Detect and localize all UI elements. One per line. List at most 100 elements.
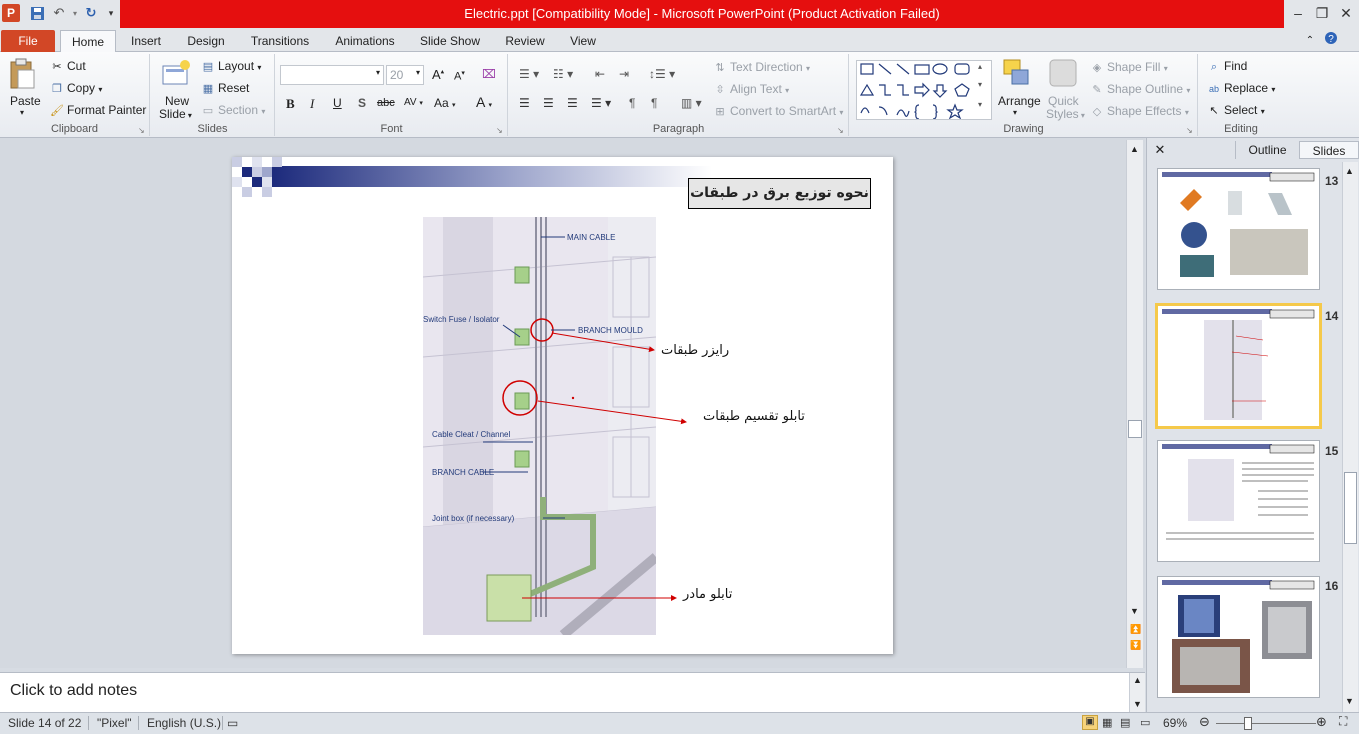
- arrange-icon[interactable]: [1002, 58, 1032, 93]
- numbering-icon[interactable]: ☷ ▾: [553, 67, 573, 81]
- zoom-slider-track[interactable]: [1216, 723, 1316, 724]
- next-slide-icon[interactable]: ⏬: [1130, 640, 1141, 651]
- spelling-icon[interactable]: ▭: [222, 716, 238, 730]
- tab-outline[interactable]: Outline: [1235, 141, 1299, 159]
- increase-indent-icon[interactable]: ⇥: [619, 67, 629, 81]
- ltr-icon[interactable]: ¶: [629, 96, 635, 110]
- slide-thumbnail-16[interactable]: [1157, 576, 1320, 698]
- tab-file[interactable]: File: [1, 30, 55, 52]
- restore-button[interactable]: ❐: [1310, 2, 1334, 24]
- slide-thumbnail-14[interactable]: [1155, 303, 1322, 429]
- tab-design[interactable]: Design: [182, 30, 230, 52]
- notes-scroll-up-icon[interactable]: ▲: [1133, 675, 1142, 685]
- panel-scroll-thumb[interactable]: [1344, 472, 1357, 544]
- redo-icon[interactable]: ↻: [82, 4, 100, 22]
- slide-title[interactable]: نحوه توزیع برق در طبقات: [688, 178, 871, 209]
- shape-effects-button[interactable]: ◇ Shape Effects ▾: [1090, 104, 1189, 119]
- quick-styles-label-1[interactable]: Quick: [1048, 94, 1079, 108]
- scroll-up-icon[interactable]: ▲: [1130, 144, 1139, 154]
- minimize-ribbon-icon[interactable]: ⌃: [1302, 30, 1318, 52]
- new-slide-label-1[interactable]: New: [165, 94, 189, 108]
- align-center-icon[interactable]: ☰: [543, 96, 554, 110]
- save-icon[interactable]: [28, 4, 46, 22]
- notes-placeholder[interactable]: Click to add notes: [10, 682, 137, 700]
- current-slide[interactable]: نحوه توزیع برق در طبقات MAIN CABLE Switc…: [232, 157, 893, 654]
- zoom-slider-thumb[interactable]: [1244, 717, 1252, 730]
- close-button[interactable]: ✕: [1334, 2, 1358, 24]
- normal-view-icon[interactable]: ▣: [1082, 715, 1098, 730]
- bullets-icon[interactable]: ☰ ▾: [519, 67, 539, 81]
- tab-slide-show[interactable]: Slide Show: [416, 30, 484, 52]
- layout-button[interactable]: ▤ Layout ▾: [201, 59, 262, 74]
- format-painter-button[interactable]: 🖌 Format Painter: [50, 103, 146, 118]
- notes-scrollbar[interactable]: ▲ ▼: [1129, 673, 1145, 713]
- section-button[interactable]: ▭ Section ▾: [201, 103, 266, 118]
- tab-view[interactable]: View: [564, 30, 602, 52]
- scroll-down-icon[interactable]: ▼: [1130, 606, 1139, 616]
- bold-button[interactable]: B: [286, 96, 295, 112]
- paste-icon[interactable]: [8, 58, 36, 93]
- font-family-input[interactable]: ▾: [280, 65, 384, 85]
- shapes-more-icon[interactable]: ▾: [978, 100, 982, 109]
- align-text-button[interactable]: ⇳ Align Text ▾: [713, 82, 789, 97]
- italic-button[interactable]: I: [310, 96, 314, 112]
- align-right-icon[interactable]: ☰: [567, 96, 578, 110]
- shrink-font-button[interactable]: A▾: [454, 69, 465, 83]
- help-icon[interactable]: ?: [1322, 30, 1340, 52]
- tab-insert[interactable]: Insert: [124, 30, 168, 52]
- shapes-scroll-down-icon[interactable]: ▾: [978, 80, 982, 89]
- panel-scrollbar[interactable]: ▲ ▼: [1342, 162, 1358, 712]
- new-slide-label-2[interactable]: Slide ▾: [159, 107, 192, 121]
- tab-transitions[interactable]: Transitions: [246, 30, 314, 52]
- shadow-button[interactable]: S: [358, 96, 366, 110]
- zoom-in-icon[interactable]: ⊕: [1316, 714, 1327, 730]
- shape-fill-button[interactable]: ◈ Shape Fill ▾: [1090, 60, 1168, 75]
- close-panel-icon[interactable]: ✕: [1153, 141, 1167, 159]
- character-spacing-button[interactable]: AV ▾: [404, 97, 423, 108]
- slide-sorter-icon[interactable]: ▦: [1102, 716, 1112, 729]
- scroll-thumb[interactable]: [1128, 420, 1142, 438]
- slide-show-icon[interactable]: ▭: [1140, 716, 1150, 729]
- previous-slide-icon[interactable]: ⏫: [1130, 624, 1141, 635]
- copy-button[interactable]: ❐ Copy ▾: [50, 81, 102, 96]
- powerpoint-logo-icon[interactable]: P: [2, 4, 20, 22]
- panel-scroll-up-icon[interactable]: ▲: [1345, 166, 1354, 176]
- quick-styles-icon[interactable]: [1048, 58, 1078, 93]
- font-launcher-icon[interactable]: ↘: [496, 126, 503, 135]
- language-indicator[interactable]: English (U.S.): [138, 716, 221, 730]
- underline-button[interactable]: U: [333, 96, 342, 110]
- drawing-launcher-icon[interactable]: ↘: [1186, 126, 1193, 135]
- tab-slides[interactable]: Slides: [1299, 141, 1359, 159]
- slide-thumbnail-15[interactable]: [1157, 440, 1320, 562]
- cut-button[interactable]: ✂ Cut: [50, 59, 85, 74]
- paste-button[interactable]: Paste: [10, 94, 41, 108]
- zoom-level[interactable]: 69%: [1163, 716, 1187, 730]
- decrease-indent-icon[interactable]: ⇤: [595, 67, 605, 81]
- shape-outline-button[interactable]: ✎ Shape Outline ▾: [1090, 82, 1190, 97]
- reset-button[interactable]: ▦ Reset: [201, 81, 250, 96]
- slide-thumbnail-13[interactable]: [1157, 168, 1320, 290]
- slide-scrollbar[interactable]: ▲ ▼ ⏫ ⏬: [1126, 140, 1143, 668]
- tab-review[interactable]: Review: [500, 30, 550, 52]
- font-color-button[interactable]: A ▾: [476, 94, 492, 110]
- minimize-button[interactable]: –: [1286, 2, 1310, 24]
- clear-formatting-icon[interactable]: ⌧: [482, 67, 496, 81]
- rtl-icon[interactable]: ¶: [651, 96, 657, 110]
- zoom-out-icon[interactable]: ⊖: [1199, 714, 1210, 730]
- shapes-gallery[interactable]: [856, 60, 992, 120]
- paragraph-launcher-icon[interactable]: ↘: [837, 126, 844, 135]
- reading-view-icon[interactable]: ▤: [1120, 716, 1130, 729]
- quick-styles-label-2[interactable]: Styles ▾: [1046, 107, 1085, 121]
- replace-button[interactable]: ab Replace ▾: [1207, 81, 1275, 96]
- notes-scroll-down-icon[interactable]: ▼: [1133, 699, 1142, 709]
- columns-icon[interactable]: ▥ ▾: [681, 96, 702, 110]
- select-button[interactable]: ↖ Select ▾: [1207, 103, 1264, 118]
- notes-pane[interactable]: Click to add notes ▲ ▼: [0, 672, 1145, 713]
- change-case-button[interactable]: Aa ▾: [434, 96, 456, 110]
- paste-dropdown-icon[interactable]: ▾: [20, 108, 24, 117]
- arrange-button[interactable]: Arrange: [998, 94, 1041, 108]
- find-button[interactable]: ⌕ Find: [1207, 59, 1247, 74]
- clipboard-launcher-icon[interactable]: ↘: [138, 126, 145, 135]
- new-slide-icon[interactable]: [161, 58, 191, 91]
- arrange-dropdown-icon[interactable]: ▾: [1013, 108, 1017, 117]
